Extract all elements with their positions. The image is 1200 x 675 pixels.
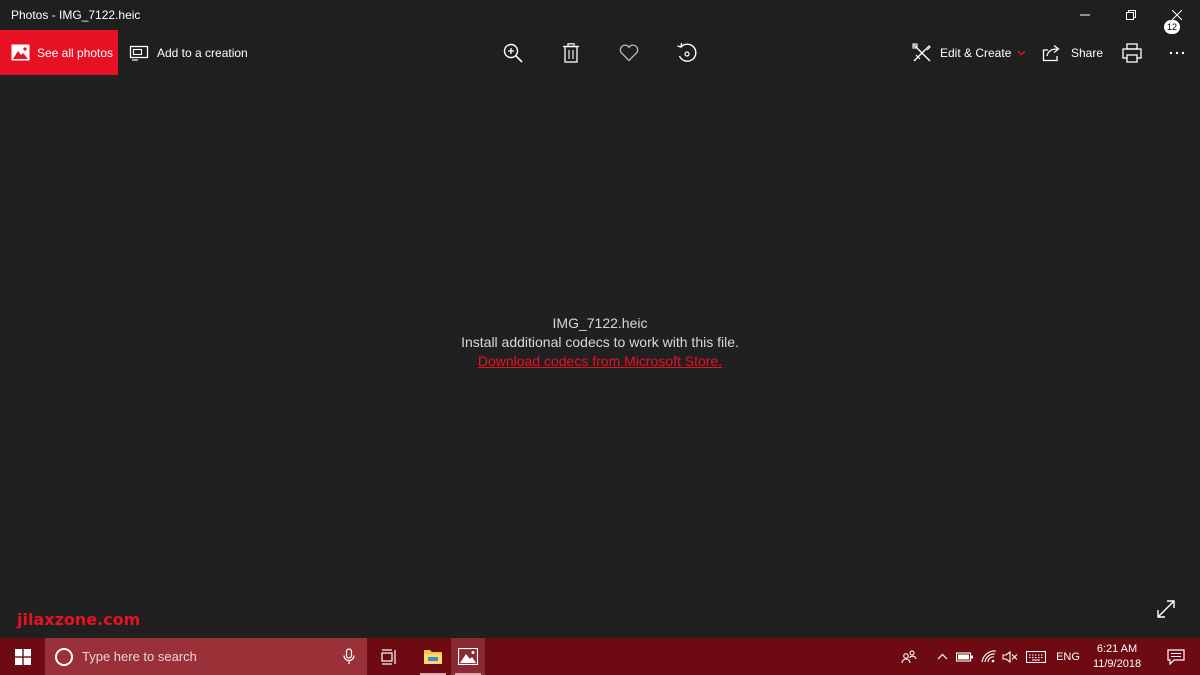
add-to-creation-label: Add to a creation xyxy=(157,45,248,60)
battery-icon xyxy=(956,651,973,662)
download-codecs-link[interactable]: Download codecs from Microsoft Store. xyxy=(478,353,722,369)
input-language-button[interactable]: ENG xyxy=(1053,638,1083,675)
rotate-button[interactable] xyxy=(667,30,707,75)
keyboard-icon xyxy=(1026,650,1046,663)
search-placeholder: Type here to search xyxy=(82,649,197,664)
fullscreen-button[interactable] xyxy=(1154,597,1178,621)
battery-button[interactable] xyxy=(954,638,976,675)
notification-icon xyxy=(1167,648,1185,665)
file-name: IMG_7122.heic xyxy=(552,315,648,331)
cortana-icon xyxy=(55,647,73,666)
keyboard-button[interactable] xyxy=(1024,638,1048,675)
restore-button[interactable] xyxy=(1108,0,1154,30)
delete-button[interactable] xyxy=(551,30,591,75)
notification-count-badge: 12 xyxy=(1164,20,1180,34)
favorite-button[interactable] xyxy=(609,30,649,75)
chevron-up-icon xyxy=(937,653,947,660)
minimize-icon xyxy=(1080,14,1090,16)
watermark-text: jilaxzone.com xyxy=(17,610,141,629)
edit-create-button[interactable]: Edit & Create xyxy=(912,30,1026,75)
restore-icon xyxy=(1126,10,1136,20)
title-bar: Photos - IMG_7122.heic xyxy=(0,0,1200,30)
file-explorer-button[interactable] xyxy=(416,638,450,675)
zoom-button[interactable] xyxy=(493,30,533,75)
delete-icon xyxy=(563,42,579,63)
minimize-button[interactable] xyxy=(1062,0,1108,30)
share-icon xyxy=(1042,44,1060,61)
close-icon xyxy=(1172,10,1182,20)
share-button[interactable]: Share xyxy=(1042,30,1103,75)
action-center-button[interactable] xyxy=(1158,638,1194,675)
task-view-icon xyxy=(381,648,396,665)
window-title: Photos - IMG_7122.heic xyxy=(11,8,141,22)
rotate-icon xyxy=(677,42,697,62)
edit-create-icon xyxy=(912,42,931,61)
clock[interactable]: 6:21 AM 11/9/2018 xyxy=(1084,642,1150,672)
print-icon xyxy=(1122,42,1142,63)
volume-button[interactable] xyxy=(1000,638,1020,675)
network-button[interactable] xyxy=(978,638,1000,675)
taskbar-search-box[interactable]: Type here to search xyxy=(45,638,367,675)
photos-icon xyxy=(11,44,30,61)
edit-create-label: Edit & Create xyxy=(940,45,1012,60)
share-label: Share xyxy=(1071,45,1104,60)
see-all-photos-button[interactable]: See all photos xyxy=(0,30,118,75)
chevron-down-icon xyxy=(1017,50,1026,55)
command-bar: See all photos Add to a creation Edit & … xyxy=(0,30,1200,75)
creation-icon xyxy=(129,45,149,61)
volume-muted-icon xyxy=(1002,650,1018,663)
print-button[interactable] xyxy=(1112,30,1152,75)
heart-icon xyxy=(619,44,639,61)
add-to-creation-button[interactable]: Add to a creation xyxy=(129,30,248,75)
language-label: ENG xyxy=(1056,650,1080,663)
microphone-icon[interactable] xyxy=(343,648,355,665)
people-icon xyxy=(901,649,917,663)
show-hidden-icons-button[interactable] xyxy=(933,638,951,675)
start-button[interactable] xyxy=(0,638,45,675)
zoom-icon xyxy=(503,43,523,63)
see-all-photos-label: See all photos xyxy=(37,45,114,60)
photos-app-icon xyxy=(458,648,478,665)
folder-icon xyxy=(424,650,442,664)
clock-date: 11/9/2018 xyxy=(1092,658,1142,670)
photos-taskbar-button[interactable] xyxy=(451,638,485,675)
clock-time: 6:21 AM xyxy=(1096,643,1138,655)
task-view-button[interactable] xyxy=(373,638,407,675)
people-button[interactable] xyxy=(897,638,921,675)
taskbar: Type here to search ENG 6:21 AM 11/9/201… xyxy=(0,638,1200,675)
expand-icon xyxy=(1157,600,1175,618)
more-icon xyxy=(1169,51,1185,54)
windows-logo-icon xyxy=(14,648,31,665)
more-options-button[interactable] xyxy=(1157,30,1197,75)
wifi-icon xyxy=(981,649,997,662)
codec-info-text: Install additional codecs to work with t… xyxy=(461,334,739,350)
codec-message: IMG_7122.heic Install additional codecs … xyxy=(0,314,1200,371)
